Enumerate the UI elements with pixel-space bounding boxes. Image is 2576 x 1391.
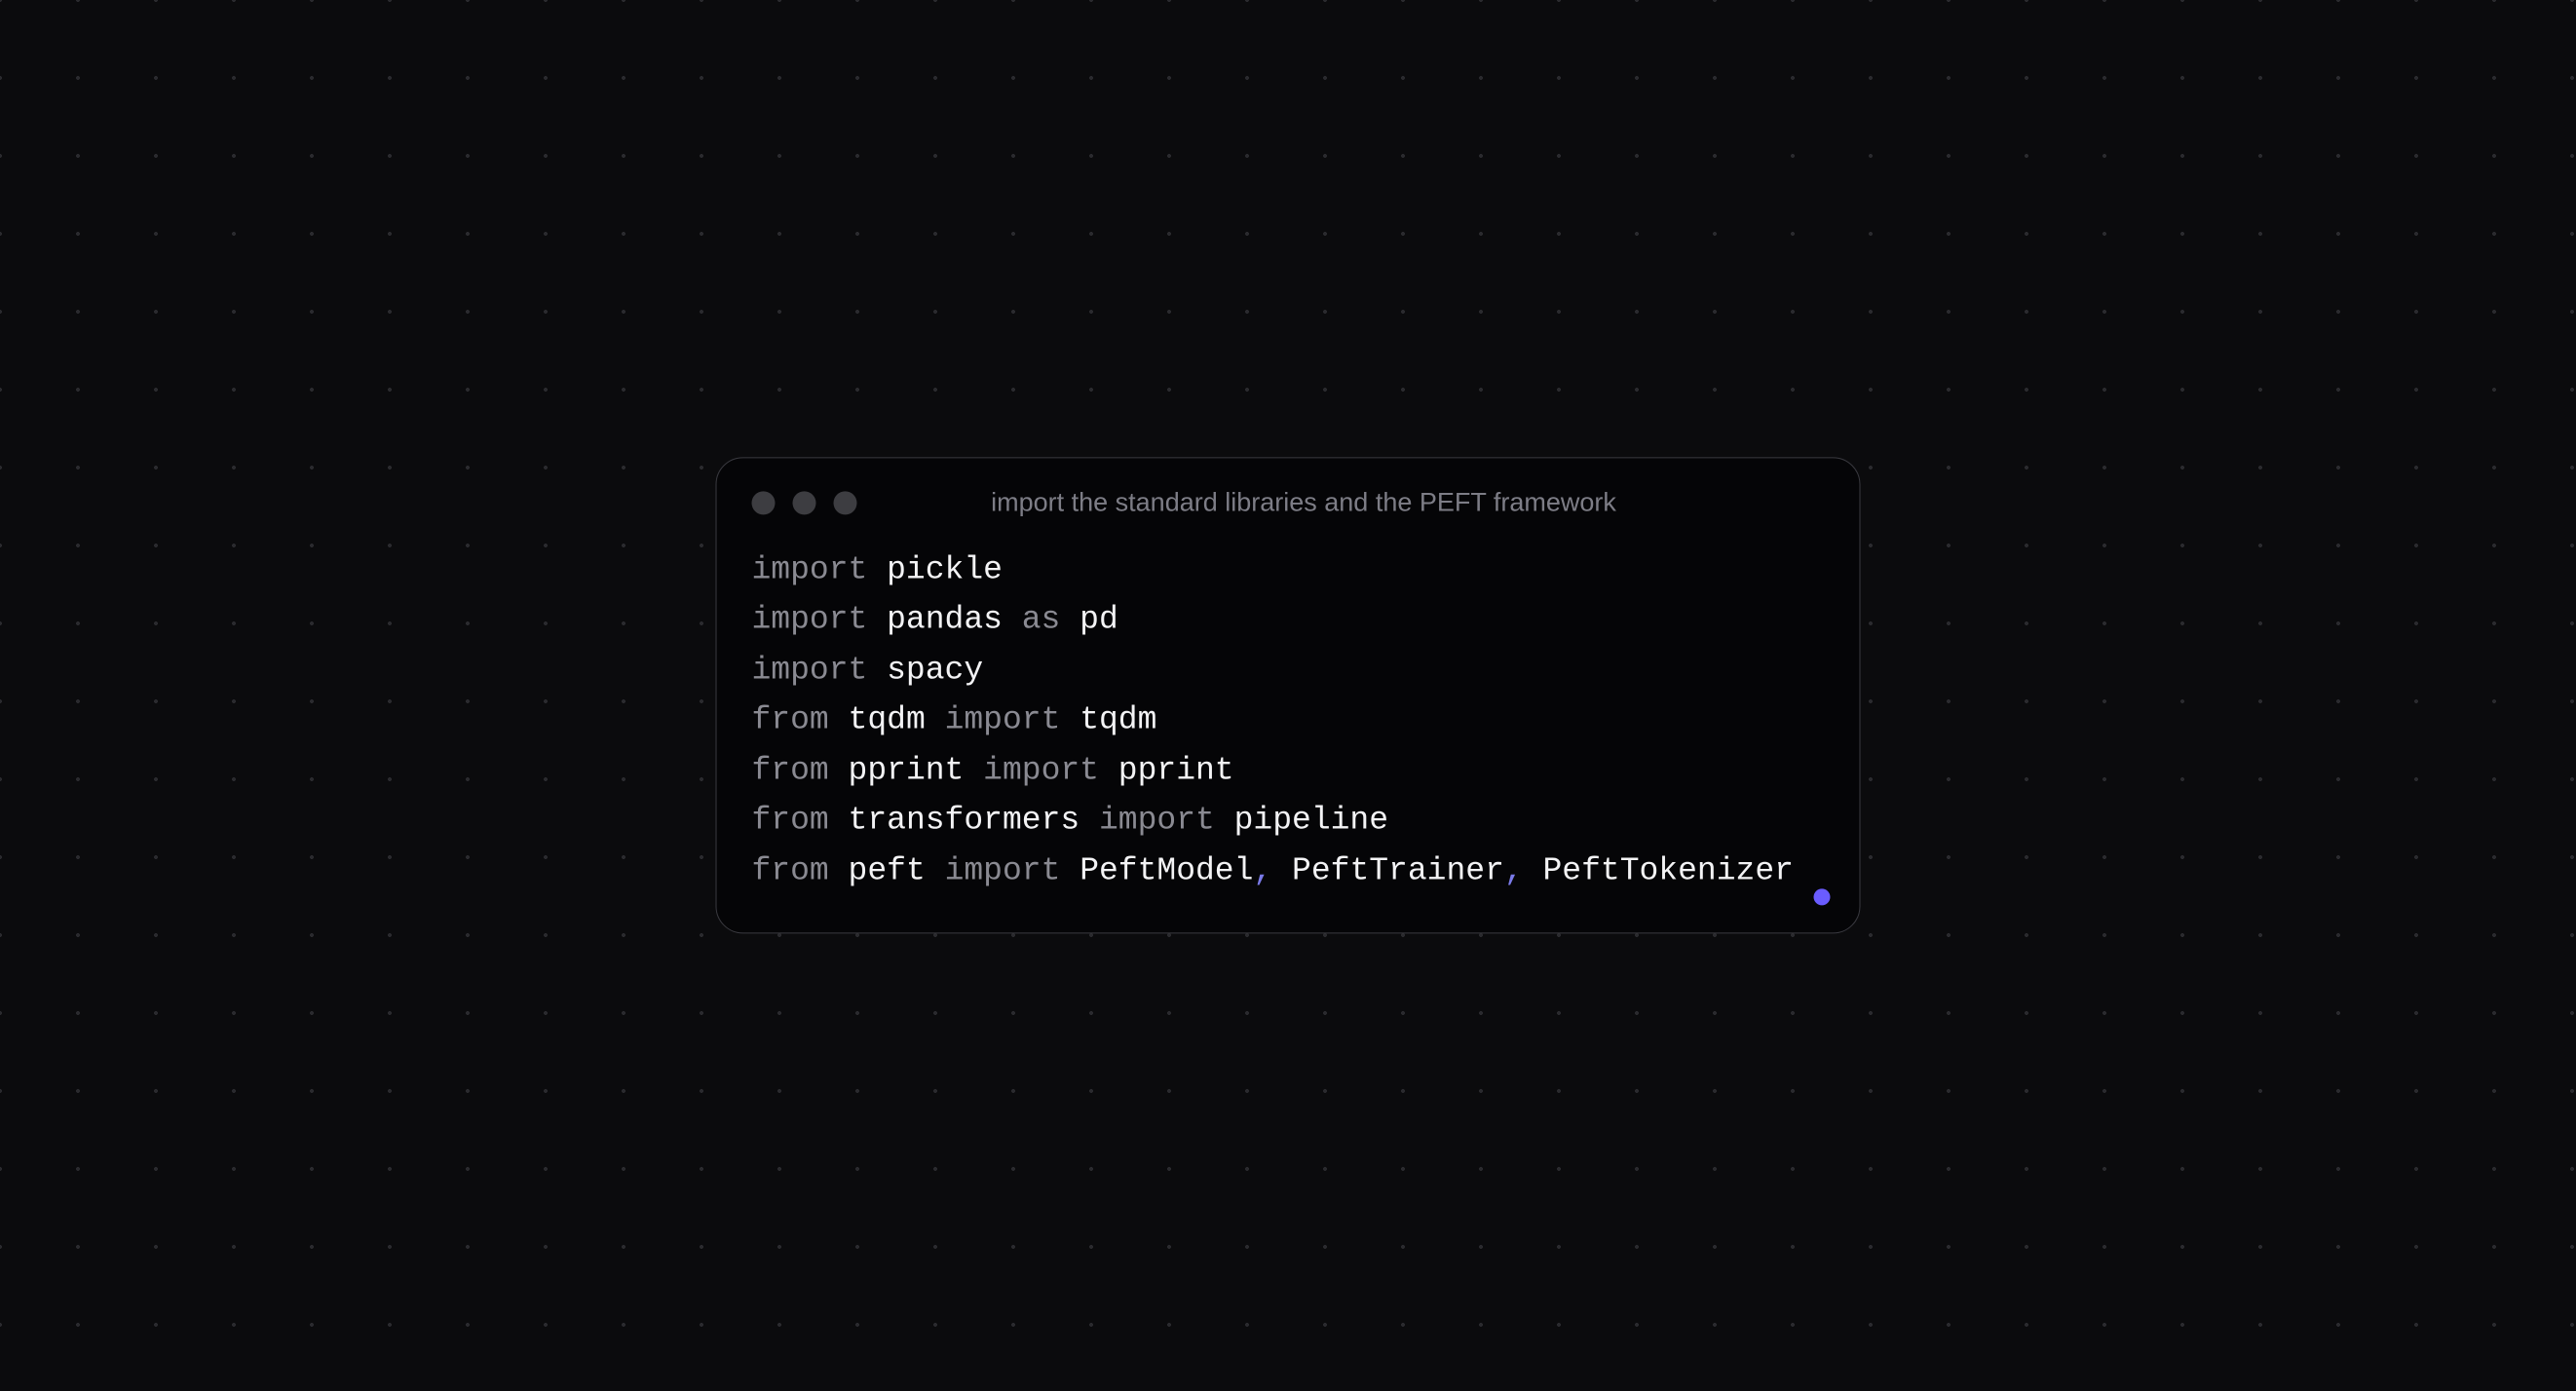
code-token: pipeline [1234, 803, 1388, 839]
code-line: import pickle [752, 545, 1825, 594]
code-window: import the standard libraries and the PE… [716, 457, 1861, 933]
code-token: pprint [849, 752, 984, 788]
cursor-indicator-icon [1814, 889, 1831, 906]
code-line: from pprint import pprint [752, 745, 1825, 795]
close-icon[interactable] [752, 491, 776, 514]
code-token: from [752, 752, 849, 788]
code-token: PeftModel [1080, 852, 1253, 888]
code-token: , [1253, 852, 1292, 888]
code-token: from [752, 702, 849, 738]
code-token: pd [1080, 602, 1118, 638]
code-token: from [752, 852, 849, 888]
code-token: peft [849, 852, 945, 888]
code-token: import [945, 702, 1080, 738]
code-token: import [983, 752, 1118, 788]
code-token: pprint [1118, 752, 1234, 788]
code-line: import spacy [752, 645, 1825, 695]
code-line: import pandas as pd [752, 595, 1825, 645]
code-token: from [752, 803, 849, 839]
code-token: pandas [887, 602, 1022, 638]
code-token: spacy [887, 652, 983, 688]
code-token: PeftTokenizer [1542, 852, 1793, 888]
window-title: import the standard libraries and the PE… [783, 487, 1825, 517]
code-block: import pickleimport pandas as pdimport s… [752, 545, 1825, 895]
code-token: import [752, 602, 888, 638]
titlebar: import the standard libraries and the PE… [752, 487, 1825, 517]
code-line: from tqdm import tqdm [752, 696, 1825, 745]
code-token: import [945, 852, 1080, 888]
code-token: tqdm [1080, 702, 1156, 738]
code-token: import [752, 551, 888, 587]
code-token: as [1022, 602, 1080, 638]
code-token: import [1099, 803, 1234, 839]
code-token: import [752, 652, 888, 688]
code-token: pickle [887, 551, 1003, 587]
code-token: tqdm [849, 702, 945, 738]
code-token: transformers [849, 803, 1099, 839]
code-line: from peft import PeftModel, PeftTrainer,… [752, 846, 1825, 895]
code-token: PeftTrainer [1292, 852, 1504, 888]
code-line: from transformers import pipeline [752, 796, 1825, 846]
code-token: , [1504, 852, 1543, 888]
